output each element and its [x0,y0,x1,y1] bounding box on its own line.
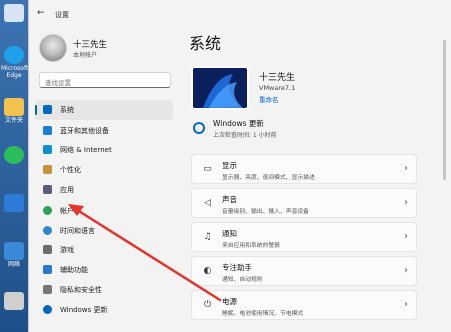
account-name: 十三先生 [73,40,108,50]
network-icon [43,145,52,154]
update-icon [43,305,52,314]
sidebar-item-network[interactable]: 网络 & Internet [35,140,173,160]
edge-icon [4,46,24,64]
back-arrow-icon[interactable]: ← [37,8,45,18]
desktop-icon[interactable]: 网络 [1,242,27,268]
chevron-right-icon: › [404,231,408,242]
settings-card-power[interactable]: ⏻ 电源 睡眠、电池使用情况、节电模式 › [191,290,417,320]
sidebar-item-accounts[interactable]: 帐户 [35,201,173,221]
chevron-right-icon: › [404,265,408,276]
globe-icon [43,226,52,235]
account-type: 本地帐户 [73,52,98,59]
recycle-bin-icon [4,4,24,22]
sidebar-item-bluetooth[interactable]: 蓝牙和其他设备 [35,121,173,141]
wechat-icon [4,146,24,164]
brush-icon [43,165,52,174]
main-panel: 系统 十三先生 VMware7,1 重命名 Windows 更新 上次检查时间:… [189,26,451,332]
sidebar-item-personalization[interactable]: 个性化 [35,160,173,180]
network-icon [4,242,24,260]
desktop-icon-strip: Microsoft Edge 文件夹 网络 [0,0,28,332]
settings-card-sound[interactable]: ◁ 声音 音量级别、输出、输入、声音设备 › [191,188,417,218]
sidebar-item-system[interactable]: 系统 [35,100,173,120]
system-icon [43,105,52,114]
sidebar-item-accessibility[interactable]: 辅助功能 [35,260,173,280]
focus-icon: ◐ [203,266,212,276]
settings-card-notifications[interactable]: ♫ 通知 来自应用和系统的警报 › [191,222,417,252]
gamepad-icon [43,245,52,254]
chevron-right-icon: › [404,163,408,174]
search-placeholder: 查找设置 [45,79,71,87]
apps-icon [43,185,52,194]
settings-card-focus-assist[interactable]: ◐ 专注助手 通知、自动规则 › [191,256,417,286]
sidebar-item-apps[interactable]: 应用 [35,180,173,200]
sidebar-item-gaming[interactable]: 游戏 [35,240,173,260]
sidebar: 十三先生 本地帐户 查找设置 系统 蓝牙和其他设备 网络 & Internet … [29,26,179,332]
chevron-right-icon: › [404,299,408,310]
bluetooth-icon [43,126,52,135]
shield-icon [43,285,52,294]
wallpaper-bloom-icon [203,74,243,108]
desktop-icon[interactable]: 文件夹 [1,98,27,124]
sidebar-item-time-language[interactable]: 时间和语言 [35,221,173,241]
settings-window: ← 设置 十三先生 本地帐户 查找设置 系统 蓝牙和其他设备 网络 & Inte… [28,0,451,332]
refresh-icon [193,122,205,134]
window-title: 设置 [55,11,69,19]
avatar[interactable] [39,34,67,62]
scrollbar[interactable] [443,40,446,180]
pc-model: VMware7,1 [259,84,296,92]
desktop-icon[interactable] [1,292,27,311]
windows-update-status[interactable]: Windows 更新 上次检查时间: 1 小时前 [191,116,415,142]
pc-name: 十三先生 [259,73,296,83]
desktop-icon[interactable] [1,194,27,213]
desktop-icon[interactable]: Microsoft Edge [1,46,28,79]
settings-card-display[interactable]: ▭ 显示 显示器、亮度、夜间模式、显示描述 › [191,154,417,184]
update-title: Windows 更新 [213,119,264,128]
desktop-wallpaper-thumbnail [191,66,249,110]
title-bar: ← 设置 [29,0,451,26]
display-icon: ▭ [203,164,212,174]
desktop-icon[interactable] [1,4,27,23]
folder-icon [4,98,24,116]
update-subtitle: 上次检查时间: 1 小时前 [213,132,277,139]
chevron-right-icon: › [404,197,408,208]
accessibility-icon [43,265,52,274]
search-input[interactable]: 查找设置 [39,72,171,88]
power-icon: ⏻ [203,300,212,310]
desktop-icon[interactable] [1,146,27,165]
photo-icon [4,292,24,310]
notification-icon: ♫ [203,232,212,242]
monitor-icon [4,194,24,212]
sound-icon: ◁ [204,198,211,208]
page-title: 系统 [189,34,222,53]
selection-indicator [35,105,37,115]
sidebar-item-windows-update[interactable]: Windows 更新 [35,300,173,320]
rename-link[interactable]: 重命名 [259,94,279,104]
person-icon [43,206,52,215]
sidebar-item-privacy[interactable]: 隐私和安全性 [35,280,173,300]
